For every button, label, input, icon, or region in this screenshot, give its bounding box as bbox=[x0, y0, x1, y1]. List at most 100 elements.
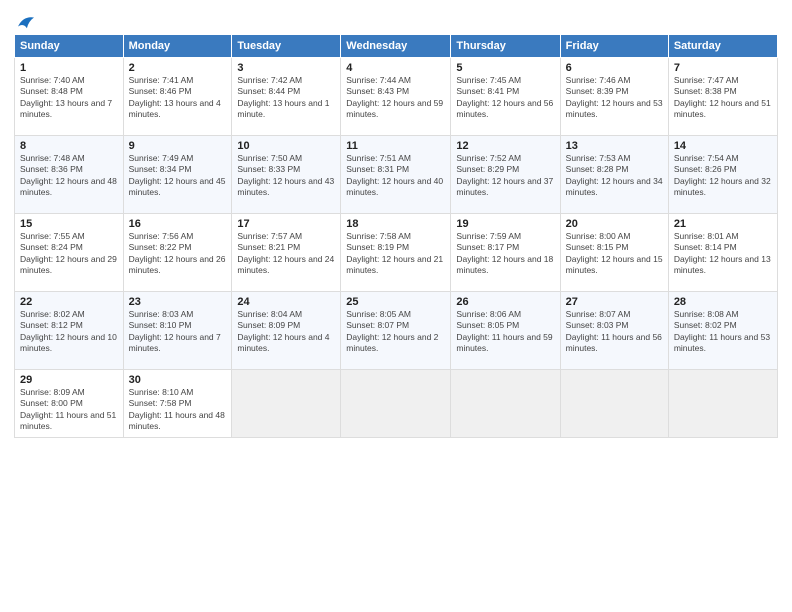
day-info: Sunrise: 8:02 AM Sunset: 8:12 PM Dayligh… bbox=[20, 309, 118, 355]
day-info: Sunrise: 7:47 AM Sunset: 8:38 PM Dayligh… bbox=[674, 75, 772, 121]
table-row: 17Sunrise: 7:57 AM Sunset: 8:21 PM Dayli… bbox=[232, 214, 341, 292]
day-number: 9 bbox=[129, 140, 227, 152]
day-info: Sunrise: 8:05 AM Sunset: 8:07 PM Dayligh… bbox=[346, 309, 445, 355]
table-row: 7Sunrise: 7:47 AM Sunset: 8:38 PM Daylig… bbox=[668, 58, 777, 136]
day-info: Sunrise: 7:56 AM Sunset: 8:22 PM Dayligh… bbox=[129, 231, 227, 277]
day-number: 19 bbox=[456, 218, 554, 230]
table-row: 14Sunrise: 7:54 AM Sunset: 8:26 PM Dayli… bbox=[668, 136, 777, 214]
day-number: 26 bbox=[456, 296, 554, 308]
header-friday: Friday bbox=[560, 35, 668, 58]
table-row: 18Sunrise: 7:58 AM Sunset: 8:19 PM Dayli… bbox=[341, 214, 451, 292]
day-info: Sunrise: 7:51 AM Sunset: 8:31 PM Dayligh… bbox=[346, 153, 445, 199]
table-row: 3Sunrise: 7:42 AM Sunset: 8:44 PM Daylig… bbox=[232, 58, 341, 136]
day-info: Sunrise: 8:07 AM Sunset: 8:03 PM Dayligh… bbox=[566, 309, 663, 355]
day-number: 14 bbox=[674, 140, 772, 152]
table-row: 10Sunrise: 7:50 AM Sunset: 8:33 PM Dayli… bbox=[232, 136, 341, 214]
header-wednesday: Wednesday bbox=[341, 35, 451, 58]
table-row: 22Sunrise: 8:02 AM Sunset: 8:12 PM Dayli… bbox=[15, 292, 124, 370]
calendar-table: Sunday Monday Tuesday Wednesday Thursday… bbox=[14, 34, 778, 438]
day-number: 2 bbox=[129, 62, 227, 74]
day-number: 20 bbox=[566, 218, 663, 230]
day-info: Sunrise: 7:49 AM Sunset: 8:34 PM Dayligh… bbox=[129, 153, 227, 199]
table-row: 23Sunrise: 8:03 AM Sunset: 8:10 PM Dayli… bbox=[123, 292, 232, 370]
day-number: 16 bbox=[129, 218, 227, 230]
day-number: 24 bbox=[237, 296, 335, 308]
page: Sunday Monday Tuesday Wednesday Thursday… bbox=[0, 0, 792, 612]
day-number: 6 bbox=[566, 62, 663, 74]
header-monday: Monday bbox=[123, 35, 232, 58]
table-row: 1Sunrise: 7:40 AM Sunset: 8:48 PM Daylig… bbox=[15, 58, 124, 136]
day-number: 8 bbox=[20, 140, 118, 152]
logo bbox=[14, 14, 36, 30]
day-info: Sunrise: 7:41 AM Sunset: 8:46 PM Dayligh… bbox=[129, 75, 227, 121]
day-number: 7 bbox=[674, 62, 772, 74]
day-info: Sunrise: 7:57 AM Sunset: 8:21 PM Dayligh… bbox=[237, 231, 335, 277]
day-info: Sunrise: 7:54 AM Sunset: 8:26 PM Dayligh… bbox=[674, 153, 772, 199]
day-info: Sunrise: 8:08 AM Sunset: 8:02 PM Dayligh… bbox=[674, 309, 772, 355]
table-row: 26Sunrise: 8:06 AM Sunset: 8:05 PM Dayli… bbox=[451, 292, 560, 370]
header-sunday: Sunday bbox=[15, 35, 124, 58]
calendar-header-row: Sunday Monday Tuesday Wednesday Thursday… bbox=[15, 35, 778, 58]
header bbox=[14, 10, 778, 30]
day-info: Sunrise: 8:00 AM Sunset: 8:15 PM Dayligh… bbox=[566, 231, 663, 277]
day-number: 10 bbox=[237, 140, 335, 152]
day-number: 23 bbox=[129, 296, 227, 308]
day-number: 5 bbox=[456, 62, 554, 74]
table-row: 30Sunrise: 8:10 AM Sunset: 7:58 PM Dayli… bbox=[123, 370, 232, 438]
day-info: Sunrise: 7:53 AM Sunset: 8:28 PM Dayligh… bbox=[566, 153, 663, 199]
day-number: 25 bbox=[346, 296, 445, 308]
day-info: Sunrise: 8:06 AM Sunset: 8:05 PM Dayligh… bbox=[456, 309, 554, 355]
day-info: Sunrise: 7:45 AM Sunset: 8:41 PM Dayligh… bbox=[456, 75, 554, 121]
day-number: 3 bbox=[237, 62, 335, 74]
table-row: 13Sunrise: 7:53 AM Sunset: 8:28 PM Dayli… bbox=[560, 136, 668, 214]
day-number: 17 bbox=[237, 218, 335, 230]
day-info: Sunrise: 7:42 AM Sunset: 8:44 PM Dayligh… bbox=[237, 75, 335, 121]
table-row: 4Sunrise: 7:44 AM Sunset: 8:43 PM Daylig… bbox=[341, 58, 451, 136]
table-row: 28Sunrise: 8:08 AM Sunset: 8:02 PM Dayli… bbox=[668, 292, 777, 370]
header-thursday: Thursday bbox=[451, 35, 560, 58]
table-row: 6Sunrise: 7:46 AM Sunset: 8:39 PM Daylig… bbox=[560, 58, 668, 136]
day-number: 15 bbox=[20, 218, 118, 230]
day-number: 21 bbox=[674, 218, 772, 230]
table-row: 20Sunrise: 8:00 AM Sunset: 8:15 PM Dayli… bbox=[560, 214, 668, 292]
day-info: Sunrise: 7:52 AM Sunset: 8:29 PM Dayligh… bbox=[456, 153, 554, 199]
table-row: 16Sunrise: 7:56 AM Sunset: 8:22 PM Dayli… bbox=[123, 214, 232, 292]
day-info: Sunrise: 7:59 AM Sunset: 8:17 PM Dayligh… bbox=[456, 231, 554, 277]
table-row: 8Sunrise: 7:48 AM Sunset: 8:36 PM Daylig… bbox=[15, 136, 124, 214]
day-number: 11 bbox=[346, 140, 445, 152]
day-number: 13 bbox=[566, 140, 663, 152]
table-row: 11Sunrise: 7:51 AM Sunset: 8:31 PM Dayli… bbox=[341, 136, 451, 214]
table-row bbox=[341, 370, 451, 438]
table-row: 2Sunrise: 7:41 AM Sunset: 8:46 PM Daylig… bbox=[123, 58, 232, 136]
day-number: 28 bbox=[674, 296, 772, 308]
table-row bbox=[668, 370, 777, 438]
table-row: 12Sunrise: 7:52 AM Sunset: 8:29 PM Dayli… bbox=[451, 136, 560, 214]
day-number: 18 bbox=[346, 218, 445, 230]
table-row: 21Sunrise: 8:01 AM Sunset: 8:14 PM Dayli… bbox=[668, 214, 777, 292]
day-info: Sunrise: 8:01 AM Sunset: 8:14 PM Dayligh… bbox=[674, 231, 772, 277]
table-row: 19Sunrise: 7:59 AM Sunset: 8:17 PM Dayli… bbox=[451, 214, 560, 292]
table-row bbox=[451, 370, 560, 438]
day-info: Sunrise: 7:44 AM Sunset: 8:43 PM Dayligh… bbox=[346, 75, 445, 121]
table-row: 24Sunrise: 8:04 AM Sunset: 8:09 PM Dayli… bbox=[232, 292, 341, 370]
day-info: Sunrise: 7:46 AM Sunset: 8:39 PM Dayligh… bbox=[566, 75, 663, 121]
table-row: 9Sunrise: 7:49 AM Sunset: 8:34 PM Daylig… bbox=[123, 136, 232, 214]
day-number: 27 bbox=[566, 296, 663, 308]
day-number: 12 bbox=[456, 140, 554, 152]
table-row: 15Sunrise: 7:55 AM Sunset: 8:24 PM Dayli… bbox=[15, 214, 124, 292]
day-info: Sunrise: 8:10 AM Sunset: 7:58 PM Dayligh… bbox=[129, 387, 227, 433]
day-info: Sunrise: 7:48 AM Sunset: 8:36 PM Dayligh… bbox=[20, 153, 118, 199]
header-tuesday: Tuesday bbox=[232, 35, 341, 58]
table-row: 25Sunrise: 8:05 AM Sunset: 8:07 PM Dayli… bbox=[341, 292, 451, 370]
table-row: 29Sunrise: 8:09 AM Sunset: 8:00 PM Dayli… bbox=[15, 370, 124, 438]
table-row bbox=[560, 370, 668, 438]
header-saturday: Saturday bbox=[668, 35, 777, 58]
day-number: 30 bbox=[129, 374, 227, 386]
table-row: 5Sunrise: 7:45 AM Sunset: 8:41 PM Daylig… bbox=[451, 58, 560, 136]
day-info: Sunrise: 7:50 AM Sunset: 8:33 PM Dayligh… bbox=[237, 153, 335, 199]
day-info: Sunrise: 8:09 AM Sunset: 8:00 PM Dayligh… bbox=[20, 387, 118, 433]
day-number: 1 bbox=[20, 62, 118, 74]
day-info: Sunrise: 8:03 AM Sunset: 8:10 PM Dayligh… bbox=[129, 309, 227, 355]
table-row: 27Sunrise: 8:07 AM Sunset: 8:03 PM Dayli… bbox=[560, 292, 668, 370]
day-number: 4 bbox=[346, 62, 445, 74]
